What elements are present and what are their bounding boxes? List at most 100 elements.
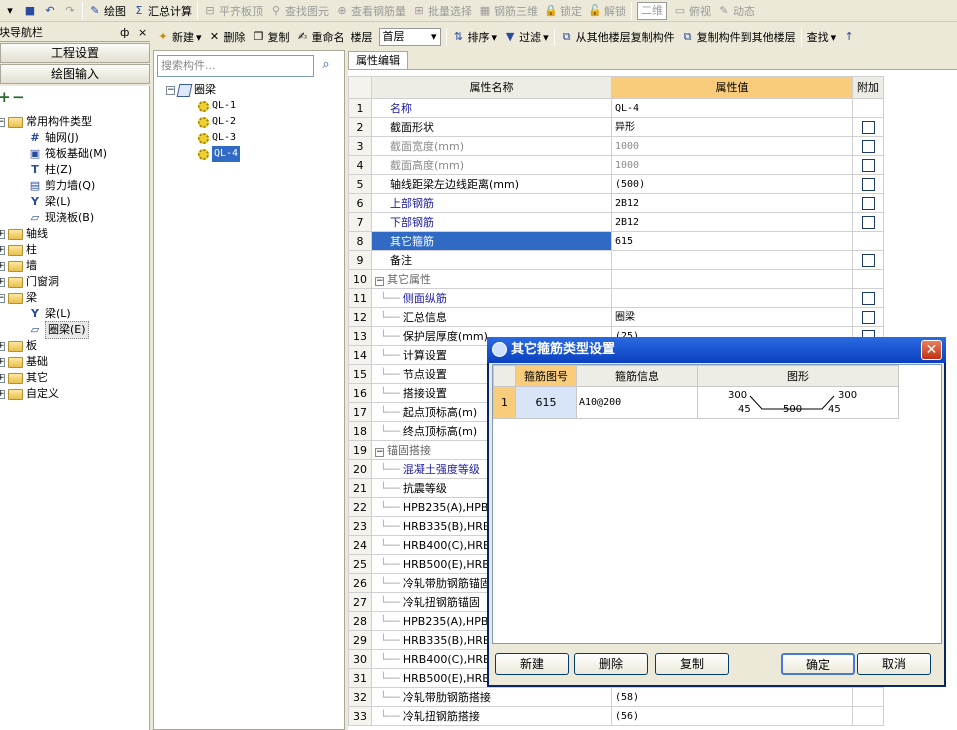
pin-icon[interactable]: ф bbox=[120, 25, 129, 41]
property-name-cell[interactable]: 名称 bbox=[371, 98, 612, 118]
nav-folder[interactable]: + 板 bbox=[0, 338, 37, 354]
nav-item[interactable]: Y 梁(L) bbox=[28, 306, 71, 322]
property-name-cell[interactable]: 截面高度(mm) bbox=[371, 155, 612, 175]
property-name-cell[interactable]: 截面宽度(mm) bbox=[371, 136, 612, 156]
property-name-cell[interactable]: └── 冷轧带肋钢筋搭接 bbox=[371, 687, 612, 707]
collapse-icon[interactable]: − bbox=[0, 117, 5, 127]
stirrup-row[interactable]: 1 615 A10@200 300 45 500 45 300 bbox=[493, 386, 899, 419]
find-button[interactable]: 查找 ▾ bbox=[804, 27, 840, 47]
toolbar-view-rebar-button[interactable]: ⊕ 查看钢筋量 bbox=[332, 1, 409, 21]
floor-select[interactable]: 首层 ▾ bbox=[376, 27, 444, 47]
up-arrow-button[interactable]: ↑ bbox=[839, 27, 859, 47]
property-row[interactable]: 7 下部钢筋 2B12 bbox=[348, 212, 884, 232]
collapse-icon[interactable]: − bbox=[375, 276, 384, 286]
property-row[interactable]: 6 上部钢筋 2B12 bbox=[348, 193, 884, 213]
property-row[interactable]: 9 备注 bbox=[348, 250, 884, 270]
property-row[interactable]: 33 └── 冷轧扭钢筋搭接 (56) bbox=[348, 706, 884, 726]
property-row[interactable]: 3 截面宽度(mm) 1000 bbox=[348, 136, 884, 156]
extra-checkbox[interactable] bbox=[861, 292, 875, 305]
property-value-cell[interactable]: (58) bbox=[611, 687, 853, 707]
property-row[interactable]: 10− 其它属性 bbox=[348, 269, 884, 289]
extra-checkbox[interactable] bbox=[861, 159, 875, 172]
dialog-copy-button[interactable]: 复制 bbox=[655, 653, 729, 675]
dynamic-view-button[interactable]: ✎ 动态 bbox=[714, 1, 758, 21]
component-item[interactable]: QL-2 bbox=[198, 114, 236, 130]
open-file-button[interactable]: ▾ bbox=[0, 1, 20, 21]
expand-icon[interactable]: + bbox=[0, 389, 5, 399]
view-mode-select[interactable]: 二维 bbox=[634, 1, 670, 21]
property-row[interactable]: 2 截面形状 异形 bbox=[348, 117, 884, 137]
property-value-cell[interactable]: 2B12 bbox=[611, 193, 853, 213]
property-name-cell[interactable]: 轴线距梁左边线距离(mm) bbox=[371, 174, 612, 194]
rename-button[interactable]: ✍ 重命名 bbox=[293, 27, 348, 47]
property-value-cell[interactable]: 615 bbox=[611, 231, 853, 251]
property-name-cell[interactable]: − 其它属性 bbox=[371, 269, 612, 289]
project-settings-button[interactable]: 工程设置 bbox=[0, 43, 150, 63]
col-header-shape[interactable]: 图形 bbox=[697, 365, 899, 387]
property-name-cell[interactable]: 其它箍筋 bbox=[371, 231, 612, 251]
collapse-all-icon[interactable]: − bbox=[12, 88, 25, 106]
nav-item[interactable]: ▣ 筏板基础(M) bbox=[28, 146, 107, 162]
property-value-cell[interactable]: 异形 bbox=[611, 117, 853, 137]
property-name-cell[interactable]: 下部钢筋 bbox=[371, 212, 612, 232]
stirrup-info-cell[interactable]: A10@200 bbox=[576, 386, 698, 419]
property-row[interactable]: 12 └── 汇总信息 圈梁 bbox=[348, 307, 884, 327]
property-name-cell[interactable]: └── 汇总信息 bbox=[371, 307, 612, 327]
nav-item[interactable]: # 轴网(J) bbox=[28, 130, 78, 146]
col-header-info[interactable]: 箍筋信息 bbox=[576, 365, 698, 387]
new-component-button[interactable]: ✦ 新建 ▾ bbox=[153, 27, 205, 47]
expand-icon[interactable]: + bbox=[0, 261, 5, 271]
extra-checkbox[interactable] bbox=[861, 311, 875, 324]
expand-icon[interactable]: + bbox=[0, 373, 5, 383]
expand-all-icon[interactable]: + bbox=[0, 88, 11, 106]
property-value-cell[interactable]: 1000 bbox=[611, 155, 853, 175]
filter-button[interactable]: ▼ 过滤 ▾ bbox=[500, 27, 552, 47]
toolbar-batch-select-button[interactable]: ⊞ 批量选择 bbox=[409, 1, 475, 21]
property-row[interactable]: 1 名称 QL-4 bbox=[348, 98, 884, 118]
nav-folder[interactable]: + 基础 bbox=[0, 354, 48, 370]
property-value-cell[interactable] bbox=[611, 288, 853, 308]
toolbar-align-slab-button[interactable]: ⊟ 平齐板顶 bbox=[200, 1, 266, 21]
dialog-titlebar[interactable]: 其它箍筋类型设置 ✕ bbox=[487, 337, 946, 363]
property-row[interactable]: 5 轴线距梁左边线距离(mm) (500) bbox=[348, 174, 884, 194]
toolbar-unlock-button[interactable]: 🔓 解锁 bbox=[585, 1, 629, 21]
view-direction-button[interactable]: ▭ 俯视 bbox=[670, 1, 714, 21]
property-name-cell[interactable]: └── 冷轧扭钢筋搭接 bbox=[371, 706, 612, 726]
redo-button[interactable]: ↷ bbox=[60, 1, 80, 21]
expand-icon[interactable]: + bbox=[0, 341, 5, 351]
collapse-icon[interactable]: − bbox=[166, 85, 175, 95]
property-value-cell[interactable]: 2B12 bbox=[611, 212, 853, 232]
expand-icon[interactable]: + bbox=[0, 245, 5, 255]
dialog-new-button[interactable]: 新建 bbox=[495, 653, 569, 675]
dialog-cancel-button[interactable]: 取消 bbox=[857, 653, 931, 675]
nav-folder[interactable]: − 常用构件类型 bbox=[0, 114, 92, 130]
property-value-cell[interactable] bbox=[611, 250, 853, 270]
component-item[interactable]: QL-4 bbox=[198, 146, 241, 162]
extra-checkbox[interactable] bbox=[861, 197, 875, 210]
component-root[interactable]: − 圈梁 bbox=[166, 82, 216, 98]
component-search-input[interactable]: 搜索构件... bbox=[157, 55, 314, 77]
toolbar-find-element-button[interactable]: ⚲ 查找图元 bbox=[266, 1, 332, 21]
nav-item[interactable]: T 柱(Z) bbox=[28, 162, 72, 178]
collapse-icon[interactable]: − bbox=[375, 447, 384, 457]
extra-checkbox[interactable] bbox=[861, 178, 875, 191]
property-value-cell[interactable]: 圈梁 bbox=[611, 307, 853, 327]
property-value-cell[interactable]: (500) bbox=[611, 174, 853, 194]
search-icon[interactable]: ⌕ bbox=[315, 55, 337, 77]
dialog-delete-button[interactable]: 删除 bbox=[574, 653, 648, 675]
nav-folder[interactable]: + 自定义 bbox=[0, 386, 59, 402]
dialog-close-button[interactable]: ✕ bbox=[921, 340, 942, 360]
tab-property-edit[interactable]: 属性编辑 bbox=[348, 51, 408, 69]
extra-checkbox[interactable] bbox=[861, 140, 875, 153]
toolbar-rebar-3d-button[interactable]: ▦ 钢筋三维 bbox=[475, 1, 541, 21]
copy-to-floor-button[interactable]: ⧉ 复制构件到其他楼层 bbox=[678, 27, 799, 47]
nav-folder[interactable]: − 梁 bbox=[0, 290, 37, 306]
property-value-cell[interactable]: QL-4 bbox=[611, 98, 853, 118]
property-name-cell[interactable]: 上部钢筋 bbox=[371, 193, 612, 213]
copy-component-button[interactable]: ❐ 复制 bbox=[249, 27, 293, 47]
draw-input-button[interactable]: 绘图输入 bbox=[0, 64, 150, 84]
property-row[interactable]: 32 └── 冷轧带肋钢筋搭接 (58) bbox=[348, 687, 884, 707]
property-value-cell[interactable]: (56) bbox=[611, 706, 853, 726]
dialog-ok-button[interactable]: 确定 bbox=[781, 653, 855, 675]
component-item[interactable]: QL-3 bbox=[198, 130, 236, 146]
